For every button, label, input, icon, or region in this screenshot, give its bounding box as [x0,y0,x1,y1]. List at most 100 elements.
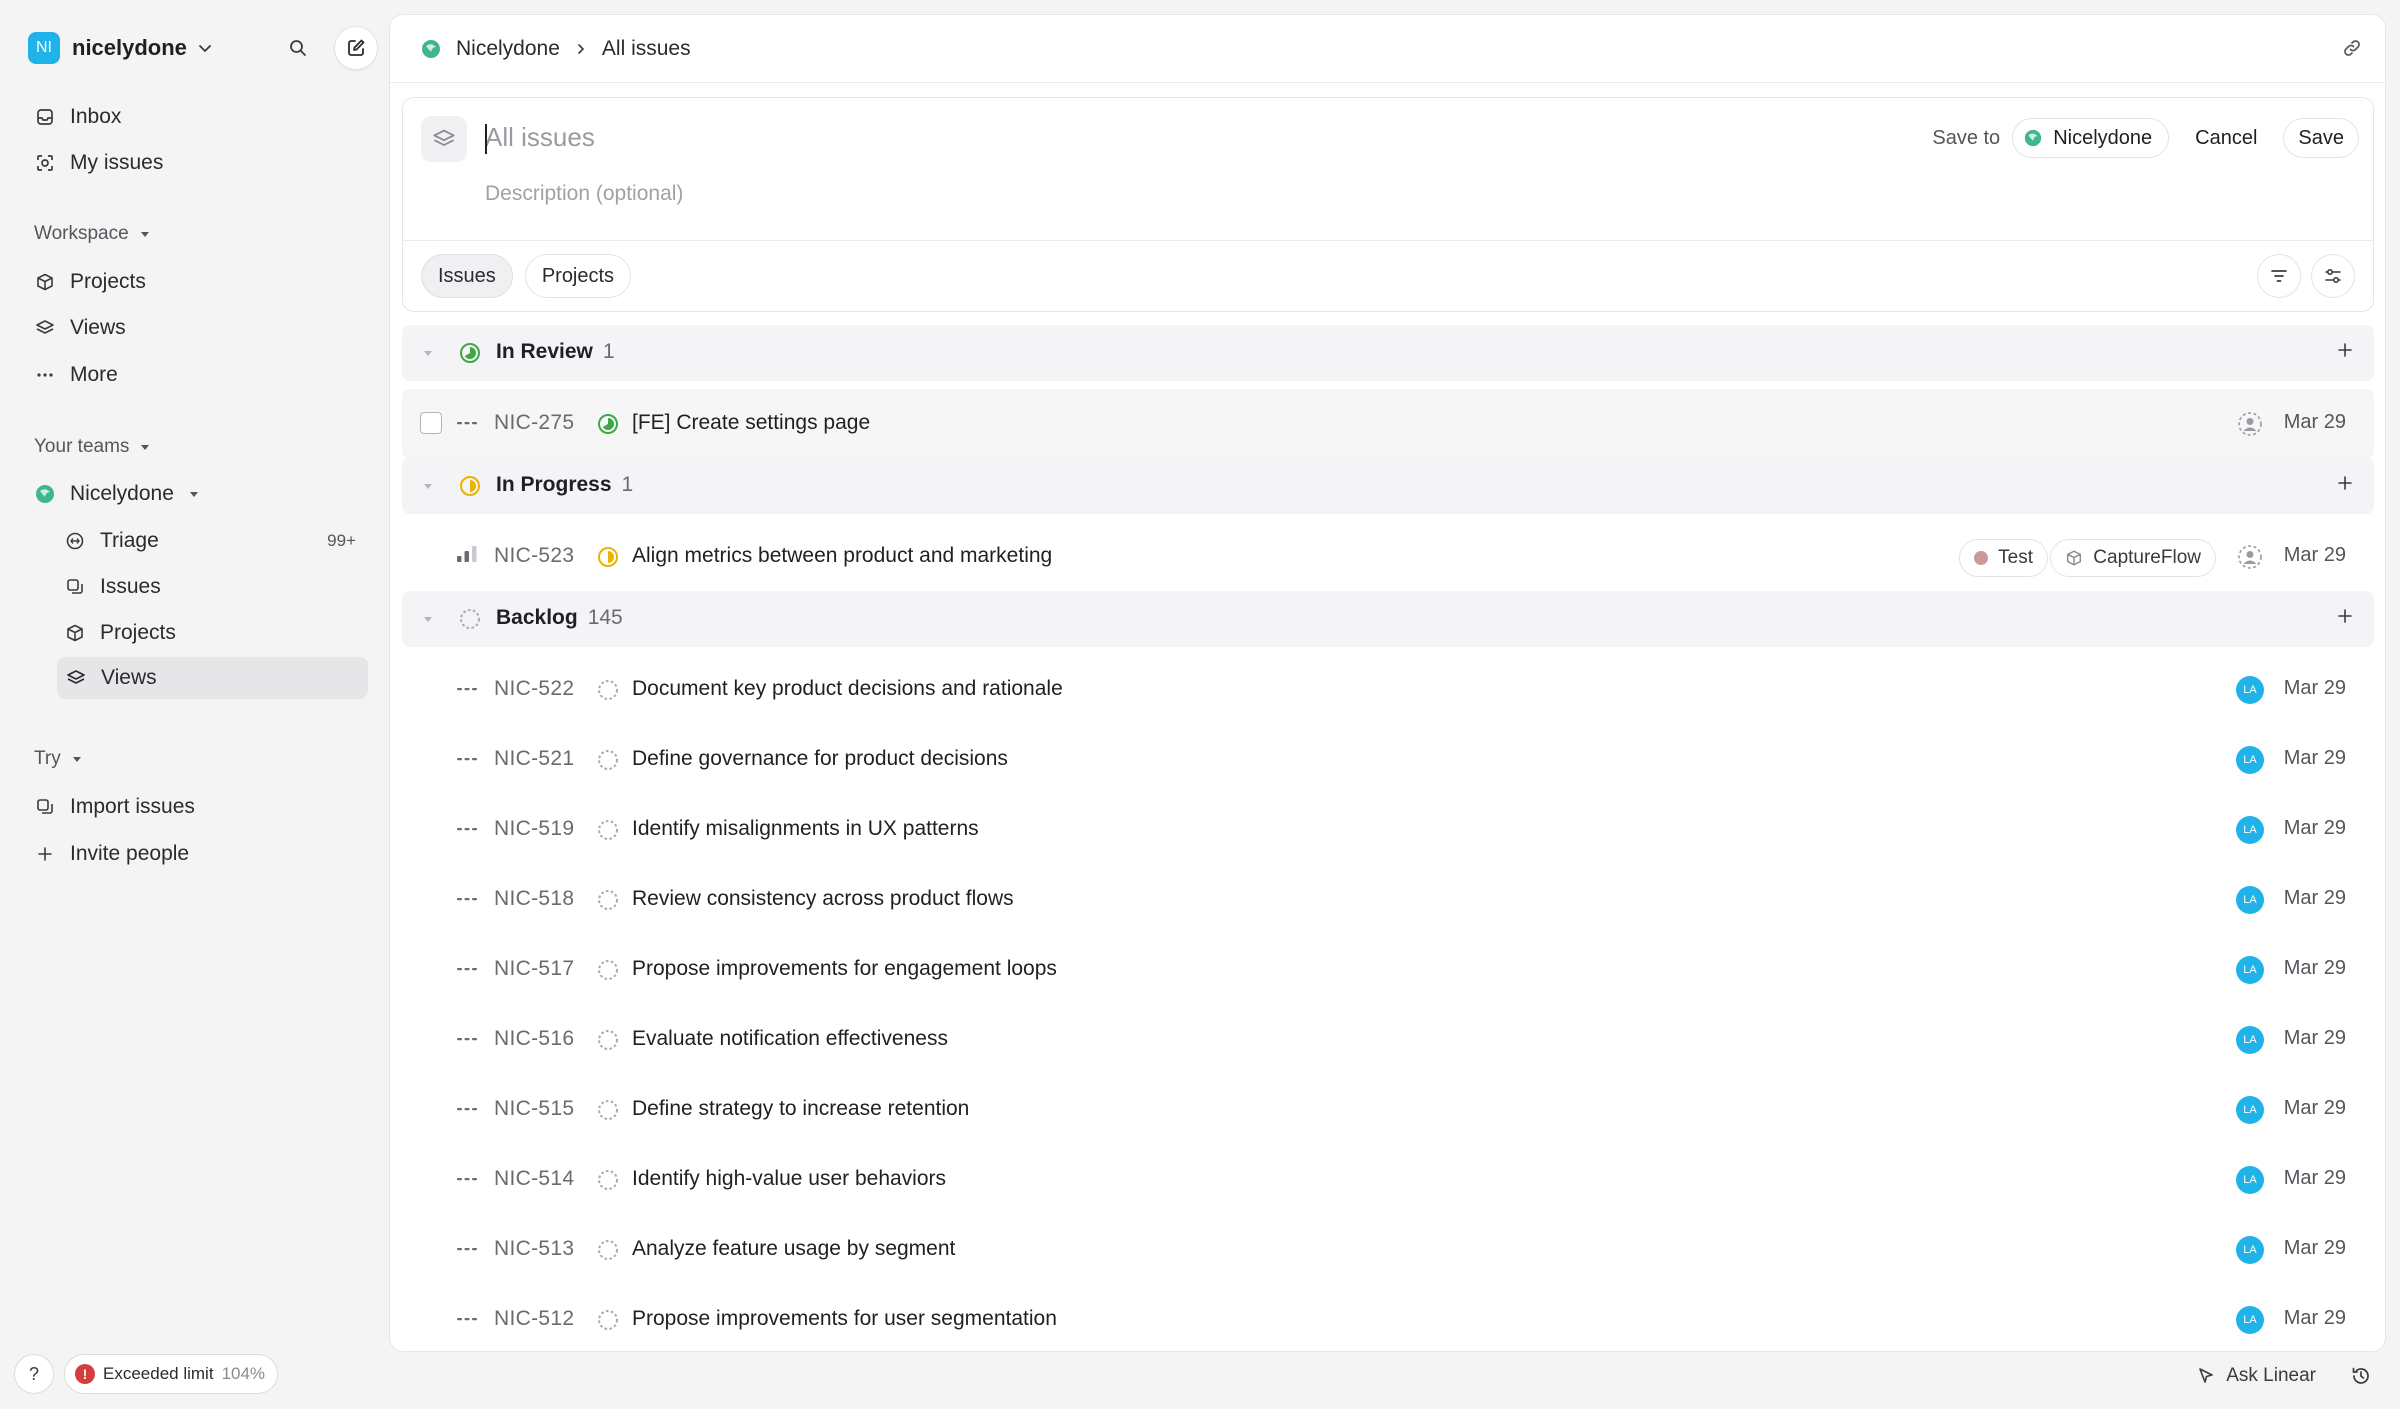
issue-row-nic-515[interactable]: NIC-515 Define strategy to increase reten… [402,1075,2374,1145]
issue-row-nic-519[interactable]: NIC-519 Identify misalignments in UX patt… [402,795,2374,865]
sidebar-item-label: Views [70,316,126,339]
sidebar-item-issues[interactable]: Issues [58,566,368,608]
unassigned-avatar-icon[interactable] [2236,543,2264,571]
assignee-avatar[interactable]: LA [2236,1306,2264,1334]
issue-row-nic-523[interactable]: NIC-523 Align metrics between product an… [402,522,2374,592]
label-chip-test[interactable]: Test [1959,539,2048,577]
view-title-input[interactable] [485,122,1385,153]
no-priority-icon[interactable] [456,1031,478,1047]
section-label: Workspace [34,223,129,244]
assignee-avatar[interactable]: LA [2236,956,2264,984]
no-priority-icon[interactable] [456,961,478,977]
no-priority-icon[interactable] [456,415,478,431]
view-description-input[interactable] [485,182,1385,206]
tab-projects[interactable]: Projects [524,254,632,298]
issue-row-nic-516[interactable]: NIC-516 Evaluate notification effectivene… [402,1005,2374,1075]
issue-row-nic-513[interactable]: NIC-513 Analyze feature usage by segment L… [402,1215,2374,1285]
team-logo-icon [34,483,56,505]
issue-date: Mar 29 [2283,1307,2346,1329]
group-header-in-review[interactable]: In Review 1 [402,325,2374,381]
status-in-progress-icon[interactable] [596,545,620,569]
try-section-toggle[interactable]: Try [34,748,83,770]
no-priority-icon[interactable] [456,751,478,767]
issue-date: Mar 29 [2283,411,2346,433]
teams-section-toggle[interactable]: Your teams [34,436,151,458]
ask-linear-button[interactable]: Ask Linear [2196,1365,2316,1387]
collapse-triangle-icon[interactable] [422,613,434,625]
status-backlog-icon[interactable] [596,1028,620,1052]
sidebar-item-inbox[interactable]: Inbox [28,96,368,138]
collapse-triangle-icon[interactable] [422,347,434,359]
status-in-review-icon[interactable] [596,412,620,436]
status-backlog-icon[interactable] [596,958,620,982]
save-to-team-selector[interactable]: Nicelydone [2012,118,2170,158]
save-button[interactable]: Save [2283,118,2359,158]
no-priority-icon[interactable] [456,1171,478,1187]
no-priority-icon[interactable] [456,1311,478,1327]
no-priority-icon[interactable] [456,681,478,697]
issue-row-nic-522[interactable]: NIC-522 Document key product decisions an… [402,655,2374,725]
issue-row-nic-518[interactable]: NIC-518 Review consistency across product… [402,865,2374,935]
sidebar-item-triage[interactable]: Triage 99+ [58,520,368,562]
filter-button[interactable] [2257,254,2301,298]
assignee-avatar[interactable]: LA [2236,1236,2264,1264]
new-issue-button[interactable] [334,26,378,70]
add-issue-plus-icon[interactable] [2334,472,2356,494]
issue-row-nic-514[interactable]: NIC-514 Identify high-value user behavior… [402,1145,2374,1215]
sidebar-item-views[interactable]: Views [28,307,368,349]
issue-row-nic-521[interactable]: NIC-521 Define governance for product dec… [402,725,2374,795]
search-button[interactable] [276,26,320,70]
assignee-avatar[interactable]: LA [2236,1026,2264,1054]
collapse-triangle-icon[interactable] [422,480,434,492]
sidebar-item-more[interactable]: More [28,354,368,396]
status-backlog-icon[interactable] [596,748,620,772]
sidebar-item-projects[interactable]: Projects [28,261,368,303]
status-backlog-icon[interactable] [596,888,620,912]
sidebar-team-nicelydone[interactable]: Nicelydone [28,473,368,515]
assignee-avatar[interactable]: LA [2236,1096,2264,1124]
project-chip-captureflow[interactable]: CaptureFlow [2050,539,2216,577]
status-backlog-icon[interactable] [596,1098,620,1122]
no-priority-icon[interactable] [456,1101,478,1117]
add-issue-plus-icon[interactable] [2334,339,2356,361]
group-header-in-progress[interactable]: In Progress 1 [402,458,2374,514]
help-button[interactable]: ? [14,1354,54,1394]
history-icon[interactable] [2350,1365,2372,1387]
sidebar-item-team-views[interactable]: Views [57,657,368,699]
cancel-button[interactable]: Cancel [2181,118,2271,158]
display-options-button[interactable] [2311,254,2355,298]
assignee-avatar[interactable]: LA [2236,886,2264,914]
status-backlog-icon[interactable] [596,1238,620,1262]
issue-row-nic-517[interactable]: NIC-517 Propose improvements for engageme… [402,935,2374,1005]
no-priority-icon[interactable] [456,821,478,837]
no-priority-icon[interactable] [456,1241,478,1257]
unassigned-avatar-icon[interactable] [2236,410,2264,438]
status-backlog-icon[interactable] [596,678,620,702]
issue-checkbox[interactable] [420,412,442,434]
assignee-avatar[interactable]: LA [2236,746,2264,774]
status-backlog-icon[interactable] [596,1168,620,1192]
view-icon-picker[interactable] [421,116,467,162]
sidebar-item-team-projects[interactable]: Projects [58,612,368,654]
workspace-name: nicelydone [72,35,187,60]
workspace-switcher[interactable]: NI nicelydone [28,28,213,68]
assignee-avatar[interactable]: LA [2236,676,2264,704]
usage-limit-badge[interactable]: ! Exceeded limit 104% [64,1354,279,1394]
status-backlog-icon[interactable] [596,1308,620,1332]
add-issue-plus-icon[interactable] [2334,605,2356,627]
priority-medium-icon[interactable] [456,544,478,564]
breadcrumb-team[interactable]: Nicelydone [456,37,560,61]
group-header-backlog[interactable]: Backlog 145 [402,591,2374,647]
tab-issues[interactable]: Issues [421,254,513,298]
sidebar-item-import-issues[interactable]: Import issues [28,786,368,828]
assignee-avatar[interactable]: LA [2236,816,2264,844]
sidebar-item-invite-people[interactable]: Invite people [28,833,368,875]
sidebar-item-my-issues[interactable]: My issues [28,142,368,184]
workspace-section-toggle[interactable]: Workspace [34,223,151,245]
status-backlog-icon[interactable] [596,818,620,842]
link-icon[interactable] [2341,37,2363,59]
issue-row-nic-512[interactable]: NIC-512 Propose improvements for user seg… [402,1285,2374,1351]
issue-row-nic-275[interactable]: NIC-275 [FE] Create settings page Mar 29 [402,389,2374,459]
assignee-avatar[interactable]: LA [2236,1166,2264,1194]
no-priority-icon[interactable] [456,891,478,907]
